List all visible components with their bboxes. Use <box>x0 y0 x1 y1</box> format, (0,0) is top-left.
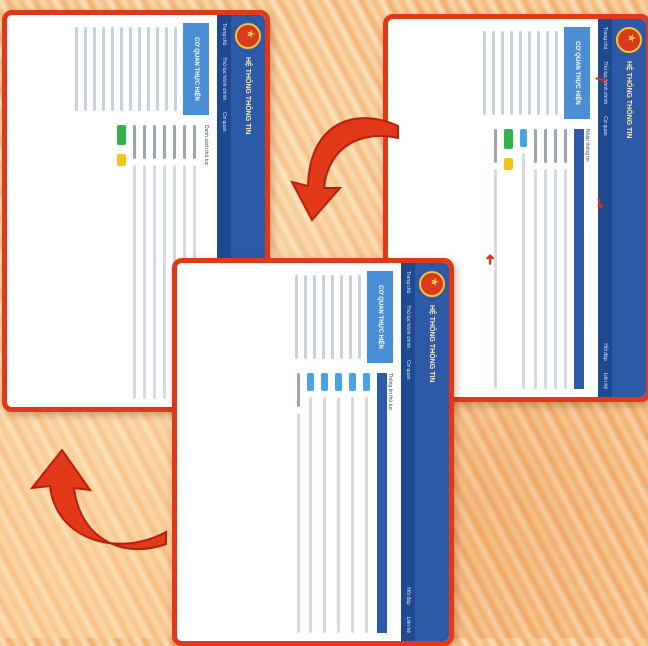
site-title: HỆ THỐNG THÔNG TIN <box>428 305 436 383</box>
nav-item[interactable]: Thủ tục hành chính <box>405 305 411 348</box>
view-button[interactable] <box>321 373 328 391</box>
form-field[interactable] <box>534 169 537 389</box>
reset-button[interactable] <box>117 154 126 166</box>
sidebar: CƠ QUAN THỰC HIỆN <box>69 23 209 115</box>
table-row[interactable] <box>349 373 356 633</box>
red-pointer-arrow-icon: ➜ <box>481 253 498 266</box>
submit-button[interactable] <box>504 129 513 149</box>
nav-item[interactable]: Hỏi đáp <box>405 587 411 604</box>
nav-item[interactable]: Thủ tục hành chính <box>221 57 227 100</box>
nav-item[interactable]: Cơ quan <box>602 116 608 135</box>
nav-item[interactable]: Liên hệ <box>405 617 411 633</box>
sidebar: CƠ QUAN THỰC HIỆN <box>477 27 590 119</box>
main-nav: Trang chủ Thủ tục hành chính Cơ quan Hỏi… <box>401 263 415 641</box>
nav-item[interactable]: Trang chủ <box>221 23 227 45</box>
panel-heading: Nhập thông tin <box>584 129 590 162</box>
table-row[interactable] <box>363 373 370 633</box>
nav-item[interactable]: Trang chủ <box>602 27 608 49</box>
form-field[interactable] <box>544 169 547 389</box>
panel-heading: Thông tin thủ tục <box>387 373 393 411</box>
nav-item[interactable]: Liên hệ <box>602 373 608 389</box>
table-row[interactable] <box>335 373 342 633</box>
national-emblem-icon <box>616 27 642 53</box>
result-table: Thông tin thủ tục <box>289 373 393 633</box>
site-header: HỆ THỐNG THÔNG TIN <box>612 19 646 397</box>
site-header: HỆ THỐNG THÔNG TIN <box>415 263 449 641</box>
table-row[interactable] <box>307 373 314 633</box>
sidebar-heading: CƠ QUAN THỰC HIỆN <box>183 23 209 115</box>
reset-button[interactable] <box>504 158 513 170</box>
sidebar: CƠ QUAN THỰC HIỆN <box>289 271 393 363</box>
site-title: HỆ THỐNG THÔNG TIN <box>244 57 252 135</box>
sidebar-heading: CƠ QUAN THỰC HIỆN <box>367 271 393 363</box>
national-emblem-icon <box>235 23 261 49</box>
site-title: HỆ THỐNG THÔNG TIN <box>625 61 633 139</box>
curved-red-arrow-icon <box>290 117 399 222</box>
national-emblem-icon <box>419 271 445 297</box>
form-field[interactable] <box>554 169 557 389</box>
sidebar-heading: CƠ QUAN THỰC HIỆN <box>564 27 590 119</box>
action-button[interactable] <box>520 129 527 147</box>
view-button[interactable] <box>349 373 356 391</box>
view-button[interactable] <box>363 373 370 391</box>
view-button[interactable] <box>307 373 314 391</box>
view-button[interactable] <box>335 373 342 391</box>
panel-bar <box>574 129 584 389</box>
nav-item[interactable]: Cơ quan <box>221 112 227 131</box>
form-field[interactable] <box>564 169 567 389</box>
table-row[interactable] <box>321 373 328 633</box>
nav-item[interactable]: Hỏi đáp <box>602 343 608 360</box>
table-header <box>377 373 387 633</box>
curved-red-arrow-icon <box>29 448 167 551</box>
screenshot-bottom: HỆ THỐNG THÔNG TIN Trang chủ Thủ tục hàn… <box>172 258 454 646</box>
submit-button[interactable] <box>117 125 126 145</box>
nav-item[interactable]: Trang chủ <box>405 271 411 293</box>
nav-item[interactable]: Cơ quan <box>405 360 411 379</box>
